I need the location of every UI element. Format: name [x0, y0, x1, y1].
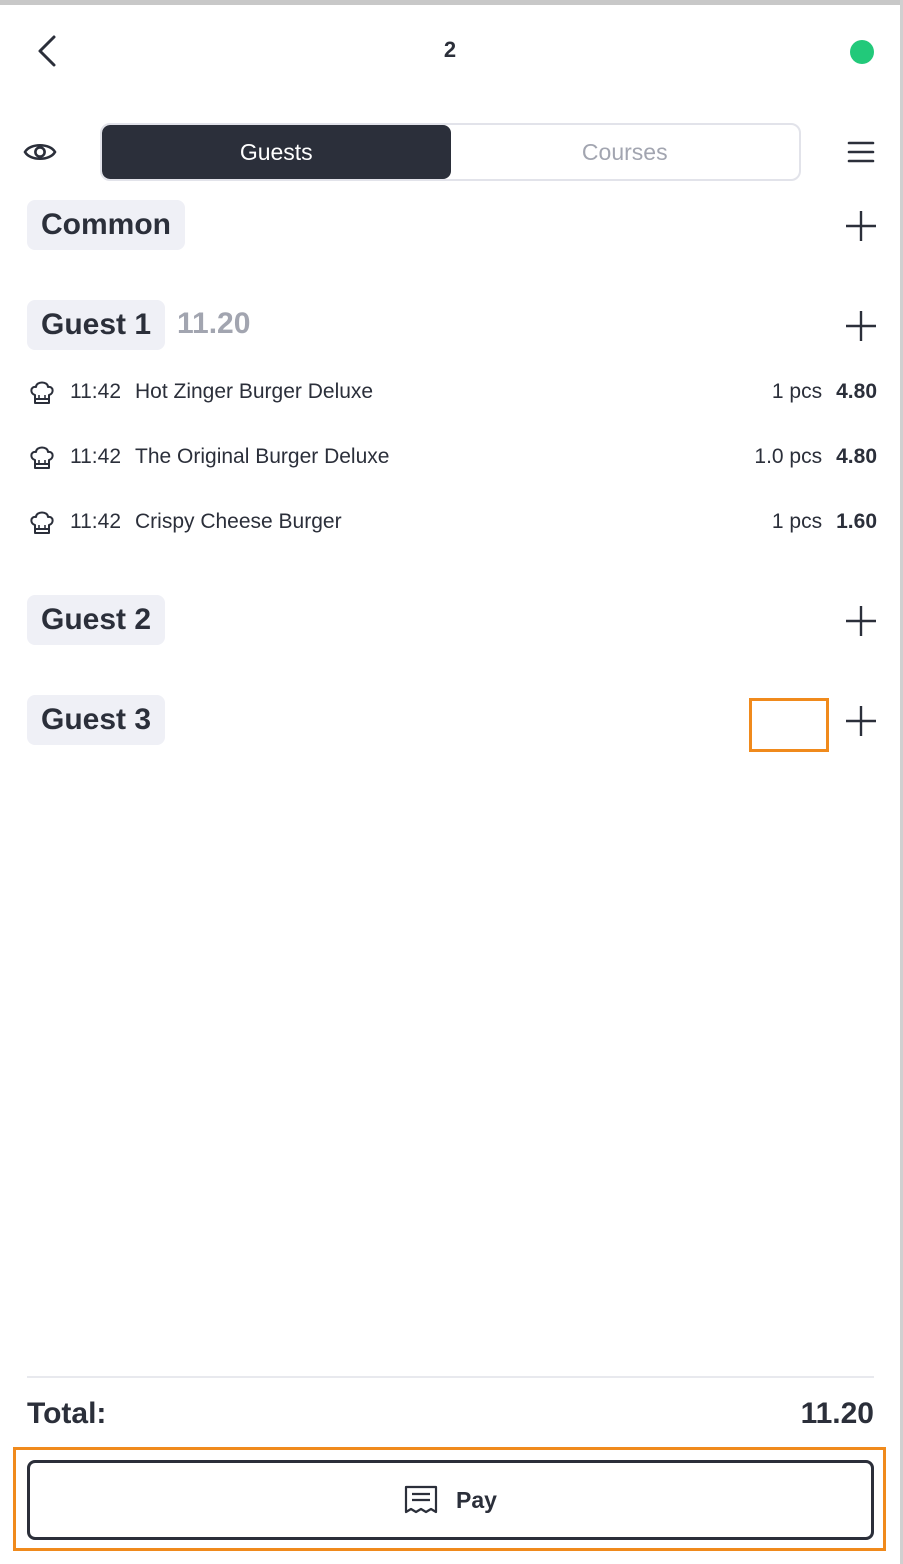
add-to-guest-3-button[interactable] — [843, 703, 879, 739]
chef-hat-icon — [27, 377, 57, 407]
chef-hat-icon — [27, 442, 57, 472]
section-guest-2[interactable]: Guest 2 — [27, 595, 166, 645]
highlight-marker — [749, 698, 829, 752]
section-common[interactable]: Common — [27, 200, 185, 250]
eye-icon — [23, 143, 57, 161]
item-name: The Original Burger Deluxe — [135, 445, 390, 468]
item-time: 11:42 — [70, 510, 121, 533]
total-value: 11.20 — [800, 1397, 874, 1430]
add-to-guest-2-button[interactable] — [843, 603, 879, 639]
plus-icon — [846, 706, 876, 736]
hamburger-menu-icon — [847, 141, 875, 163]
view-switcher: Guests Courses — [100, 123, 801, 181]
item-name: Hot Zinger Burger Deluxe — [135, 380, 374, 403]
item-price: 1.60 — [836, 510, 877, 533]
plus-icon — [846, 606, 876, 636]
table-number: 2 — [443, 37, 457, 62]
order-item[interactable]: 11:42 Hot Zinger Burger Deluxe 1 pcs 4.8… — [27, 372, 877, 412]
item-time: 11:42 — [70, 445, 121, 468]
status-indicator — [850, 40, 874, 64]
add-to-guest-1-button[interactable] — [843, 308, 879, 344]
chevron-left-icon — [38, 35, 56, 67]
plus-icon — [846, 211, 876, 241]
guest-1-sum: 11.20 — [177, 307, 251, 340]
item-time: 11:42 — [70, 380, 121, 403]
item-name: Crispy Cheese Burger — [135, 510, 342, 533]
tab-guests[interactable]: Guests — [102, 125, 451, 179]
visibility-toggle-button[interactable] — [22, 136, 58, 168]
pay-button-label: Pay — [456, 1486, 497, 1513]
plus-icon — [846, 311, 876, 341]
order-item[interactable]: 11:42 Crispy Cheese Burger 1 pcs 1.60 — [27, 502, 877, 542]
menu-button[interactable] — [844, 136, 878, 168]
chef-hat-icon — [27, 507, 57, 537]
pay-button[interactable]: Pay — [27, 1460, 874, 1540]
order-item[interactable]: 11:42 The Original Burger Deluxe 1.0 pcs… — [27, 437, 877, 477]
tab-courses[interactable]: Courses — [451, 125, 800, 179]
total-label: Total: — [27, 1397, 107, 1430]
header: 2 — [0, 5, 900, 95]
receipt-icon — [404, 1485, 438, 1514]
item-quantity: 1 pcs — [771, 510, 823, 533]
item-price: 4.80 — [836, 445, 877, 468]
item-price: 4.80 — [836, 380, 877, 403]
add-to-common-button[interactable] — [843, 208, 879, 244]
footer-divider — [27, 1376, 874, 1378]
section-guest-1[interactable]: Guest 1 — [27, 300, 166, 350]
item-quantity: 1.0 pcs — [754, 445, 823, 468]
back-button[interactable] — [30, 33, 64, 69]
section-guest-3[interactable]: Guest 3 — [27, 695, 166, 745]
item-quantity: 1 pcs — [771, 380, 823, 403]
